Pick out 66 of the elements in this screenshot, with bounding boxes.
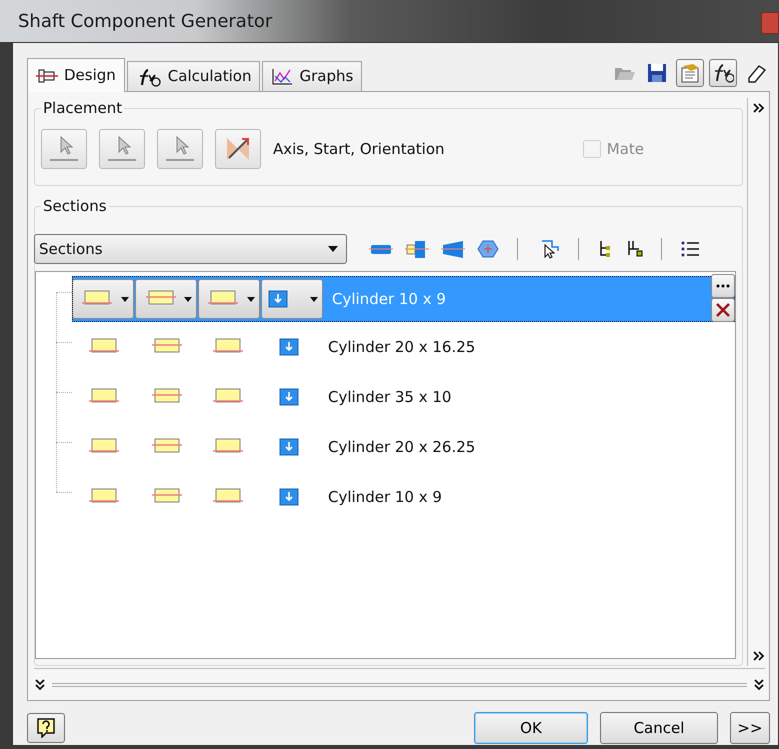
list-button[interactable] [680, 239, 700, 259]
mate-label: Mate [606, 138, 644, 160]
ellipsis-icon [716, 283, 730, 289]
flip-button[interactable] [215, 129, 261, 169]
arrow-down-icon [268, 290, 288, 308]
section-label: Cylinder 35 x 10 [328, 386, 452, 408]
graph-icon [271, 68, 294, 86]
caret-icon [184, 296, 192, 302]
placement-description: Axis, Start, Orientation [273, 138, 445, 160]
section-row[interactable]: Cylinder 10 x 9 [72, 472, 735, 522]
dialog-button[interactable]: OK [474, 712, 588, 744]
list-icon [680, 239, 700, 259]
cursor-icon [47, 134, 81, 164]
chevron-right-icon [752, 650, 764, 662]
tab[interactable]: Calculation [126, 61, 260, 91]
caret-icon [121, 296, 129, 302]
section-label: Cylinder 10 x 9 [328, 486, 442, 508]
tab[interactable]: Graphs [262, 61, 362, 91]
caret-icon [247, 296, 255, 302]
section-dropdown[interactable] [135, 279, 197, 319]
caret-icon [310, 296, 318, 302]
notes-button[interactable] [676, 59, 704, 87]
arrow-down-icon [279, 338, 299, 356]
expand-button[interactable] [753, 678, 765, 690]
section-dropdown[interactable] [72, 279, 134, 319]
chevron-right-icon [752, 102, 764, 114]
cursor-icon [163, 134, 197, 164]
arrow-down-icon [279, 438, 299, 456]
section-label: Cylinder 20 x 16.25 [328, 336, 476, 358]
chevron-down-icon [34, 678, 46, 690]
sections-dropdown[interactable]: Sections [34, 234, 347, 264]
section-row[interactable]: Cylinder 35 x 10 [72, 372, 735, 422]
cone-icon [441, 239, 465, 259]
expand-button[interactable] [34, 678, 46, 690]
caret-icon [328, 246, 338, 252]
expand-button[interactable] [752, 102, 764, 114]
delete-button[interactable] [711, 298, 735, 322]
section-label: Cylinder 20 x 26.25 [328, 436, 476, 458]
tab[interactable]: Design [27, 58, 125, 92]
dialog-button[interactable]: >> [730, 712, 770, 744]
window-title: Shaft Component Generator [18, 10, 272, 34]
help-icon [37, 718, 55, 738]
arrow-down-icon [279, 488, 299, 506]
dialog-button[interactable]: Cancel [600, 712, 718, 744]
section-dropdown[interactable] [261, 279, 323, 319]
more-button[interactable] [711, 274, 735, 298]
save-icon [646, 62, 668, 84]
section-dropdown[interactable] [198, 279, 260, 319]
bearing-button[interactable] [405, 239, 429, 259]
formula-button[interactable] [709, 59, 737, 87]
help-button[interactable] [27, 713, 65, 743]
shaft-icon [36, 68, 58, 84]
section-label: Cylinder 10 x 9 [332, 288, 446, 310]
cone-button[interactable] [441, 239, 465, 259]
section-row[interactable]: Cylinder 20 x 26.25 [72, 422, 735, 472]
expand-button[interactable] [752, 650, 764, 662]
section-row[interactable]: Cylinder 20 x 16.25 [72, 322, 735, 372]
formula-icon [712, 62, 734, 84]
polygon-icon [477, 239, 499, 259]
arrow-down-icon [279, 388, 299, 406]
delete-icon [715, 302, 731, 318]
bearing-icon [405, 239, 429, 259]
cursor-icon [105, 134, 139, 164]
polygon-button[interactable] [477, 239, 499, 259]
notes-icon [679, 62, 701, 84]
chevron-down-icon [753, 678, 765, 690]
